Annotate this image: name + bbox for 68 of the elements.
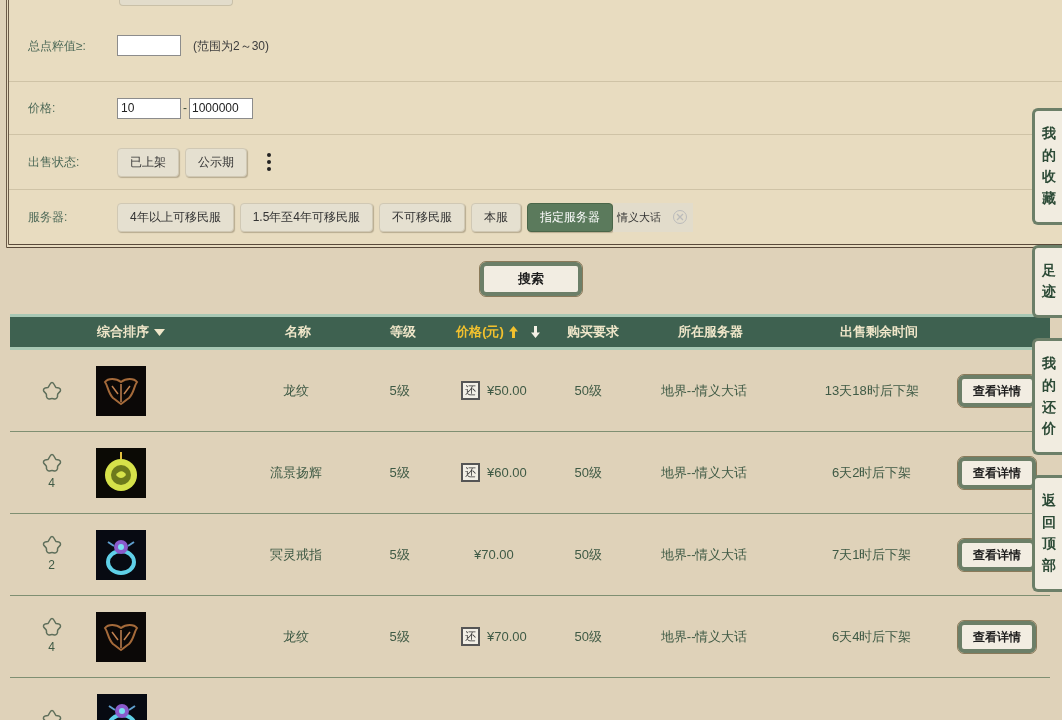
server-name: 地界--情义大话 [660, 381, 748, 400]
bargain-badge: 还 [461, 381, 481, 400]
time-remaining: 6天2时后下架 [832, 463, 912, 482]
time-remaining: 13天18时后下架 [824, 381, 919, 400]
filter-option[interactable]: 本服 [471, 202, 522, 232]
item-price: ¥70.00 [487, 627, 527, 646]
star-icon[interactable] [41, 453, 62, 473]
filter-option[interactable]: 不可移民服 [379, 202, 466, 232]
input-field[interactable]: 1000000 [189, 97, 253, 119]
favorite-count: 4 [48, 639, 55, 656]
item-name: 龙纹 [282, 381, 309, 400]
caret-icon[interactable] [154, 328, 165, 336]
item-price: ¥60.00 [487, 463, 527, 482]
column-header: 出售剩余时间 [840, 323, 918, 342]
bargain-badge: 还 [461, 463, 481, 482]
side-tab[interactable]: 足迹 [1032, 244, 1062, 319]
filter-label: 总点粹值≥: [27, 37, 87, 55]
level-requirement: 50级 [574, 463, 602, 482]
star-icon[interactable] [41, 535, 62, 555]
level-requirement: 50级 [574, 545, 602, 564]
item-name: 龙纹 [282, 627, 309, 646]
favorite-count: 4 [48, 475, 55, 492]
item-level: 5级 [389, 381, 410, 400]
arrow-down-icon[interactable] [530, 326, 540, 338]
filter-option[interactable]: 1.5年至4年可移民服 [239, 202, 374, 232]
filter-label: 服务器: [27, 209, 69, 226]
filter-option[interactable]: 已上架 [117, 147, 179, 177]
column-header: 名称 [285, 323, 311, 342]
side-tab[interactable]: 我的收藏 [1032, 108, 1062, 225]
search-button[interactable]: 搜索 [480, 262, 582, 296]
details-button[interactable]: 查看详情 [958, 456, 1036, 489]
star-icon[interactable] [41, 617, 62, 637]
item-level: 5级 [389, 545, 410, 564]
item-price: ¥70.00 [474, 545, 514, 564]
item-level: 5级 [389, 627, 410, 646]
details-button[interactable]: 查看详情 [958, 620, 1036, 653]
filter-label: 价格: [27, 100, 57, 117]
input-field[interactable]: 10 [117, 97, 181, 119]
input-field[interactable] [117, 35, 181, 56]
star-icon[interactable] [41, 380, 62, 401]
filter-option[interactable]: 指定服务器 [527, 202, 614, 232]
server-name: 地界--情义大话 [660, 463, 748, 482]
range-hint: (范围为2～30) [193, 37, 269, 55]
item-price: ¥50.00 [487, 381, 527, 400]
favorite-count: 2 [48, 557, 55, 574]
side-tab[interactable]: 我的还价 [1032, 338, 1062, 455]
filter-option[interactable]: 4年以上可移民服 [117, 202, 234, 232]
filter-option[interactable]: 公示期 [185, 147, 247, 177]
server-name: 地界--情义大话 [660, 627, 748, 646]
time-remaining: 6天4时后下架 [832, 627, 912, 646]
range-separator: - [183, 100, 187, 117]
filter-label: 出售状态: [27, 154, 81, 171]
more-icon[interactable] [267, 153, 271, 171]
server-name: 地界--情义大话 [660, 545, 748, 564]
side-tab[interactable]: 返回顶部 [1032, 474, 1062, 592]
item-level: 5级 [389, 463, 410, 482]
time-remaining: 7天1时后下架 [832, 545, 912, 564]
column-header: 等级 [390, 323, 416, 342]
sort-header[interactable]: 综合排序 [97, 322, 149, 342]
item-name: 冥灵戒指 [269, 545, 322, 564]
arrow-up-icon[interactable] [508, 326, 518, 338]
bargain-badge: 还 [461, 627, 481, 646]
level-requirement: 50级 [574, 381, 602, 400]
column-header: 购买要求 [567, 323, 619, 342]
sort-header[interactable]: 价格(元) [456, 322, 504, 342]
item-name: 流景扬辉 [269, 463, 322, 482]
column-header: 所在服务器 [677, 323, 743, 342]
level-requirement: 50级 [574, 627, 602, 646]
